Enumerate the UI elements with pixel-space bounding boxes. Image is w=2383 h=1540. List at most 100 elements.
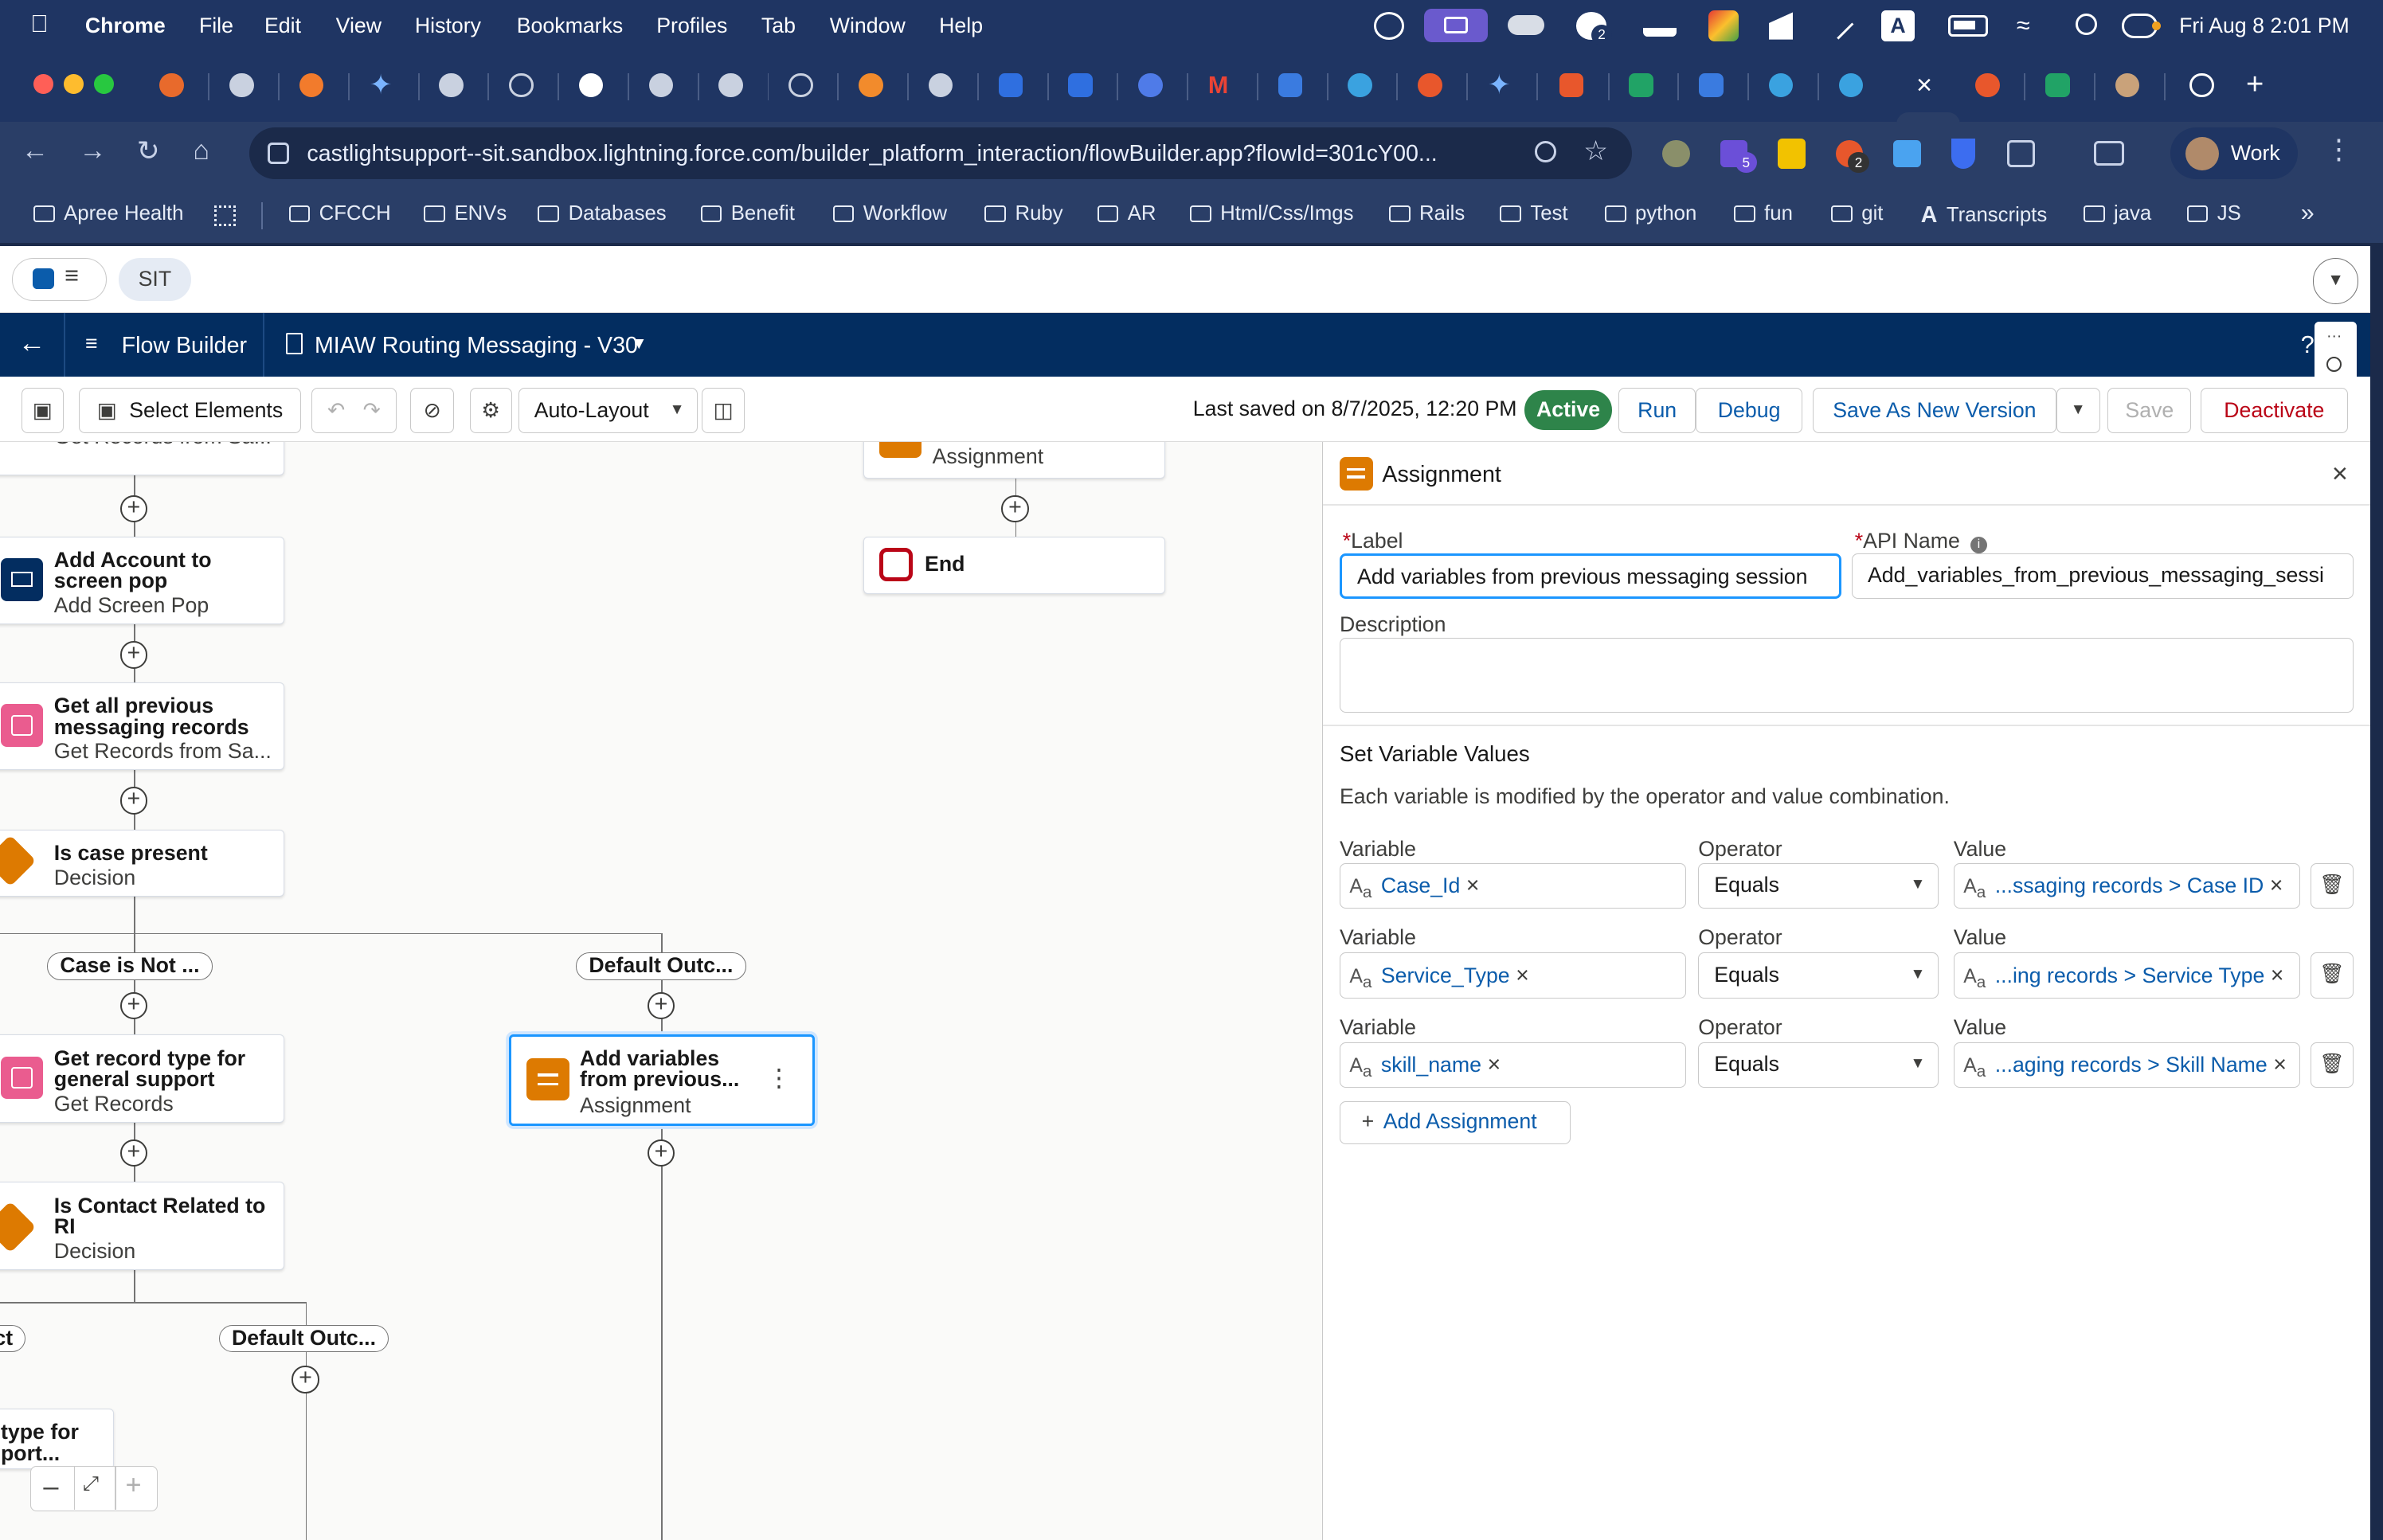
outcome-label[interactable]: Default Outc... xyxy=(218,1324,389,1353)
window-close-icon[interactable] xyxy=(33,74,53,95)
select-elements-button[interactable]: ▣ Select Elements xyxy=(79,387,301,433)
bookmark-folder[interactable]: Ruby xyxy=(984,202,1063,225)
site-settings-icon[interactable] xyxy=(267,143,289,165)
browser-menu-icon[interactable]: ⋮ xyxy=(2325,134,2352,166)
tab-favicon[interactable] xyxy=(229,72,254,98)
tab-favicon[interactable] xyxy=(439,72,464,98)
headphone-icon[interactable] xyxy=(1373,12,1404,40)
cloud-icon[interactable] xyxy=(1507,15,1544,35)
get-record-type-node[interactable]: Get record type for general support Get … xyxy=(0,1034,284,1123)
screen-pop-node[interactable]: Add Account to screen pop Add Screen Pop xyxy=(0,536,284,625)
node-menu-icon[interactable]: ⋮ xyxy=(767,1065,792,1092)
url-text[interactable]: castlightsupport--sit.sandbox.lightning.… xyxy=(307,141,1437,167)
tab-favicon[interactable] xyxy=(299,72,324,98)
tab-github-icon[interactable] xyxy=(578,72,604,98)
menu-help[interactable]: Help xyxy=(939,14,983,38)
add-element-icon[interactable]: + xyxy=(647,1139,675,1167)
flow-name[interactable]: MIAW Routing Messaging - V30 xyxy=(315,333,638,359)
outcome-label[interactable]: Default Outc... xyxy=(576,952,746,980)
description-textarea[interactable] xyxy=(1339,638,2354,713)
tab-favicon[interactable] xyxy=(2115,72,2140,98)
info-icon[interactable]: i xyxy=(1970,536,1987,553)
zoom-out-icon[interactable]: – xyxy=(43,1472,58,1503)
add-element-icon[interactable]: + xyxy=(119,641,148,669)
fit-view-icon[interactable]: ⤢ xyxy=(83,1473,99,1495)
get-previous-records-node[interactable]: Get all previous messaging records Get R… xyxy=(0,682,284,771)
tab-favicon[interactable] xyxy=(159,72,184,98)
bookmark-folder[interactable]: Rails xyxy=(1388,202,1465,225)
tab-cube-icon[interactable] xyxy=(1699,72,1724,98)
tab-cube-icon[interactable] xyxy=(1278,72,1303,98)
toggle-panel-icon[interactable]: ▣ xyxy=(21,387,65,433)
docker-icon[interactable] xyxy=(1642,14,1677,37)
get-records-node[interactable]: Get Records from Sa... xyxy=(0,442,284,476)
tab-salesforce-icon[interactable] xyxy=(1348,72,1372,98)
add-element-icon[interactable]: + xyxy=(119,1139,148,1167)
operator-select[interactable]: Equals ▼ xyxy=(1698,952,1939,999)
tab-favicon[interactable] xyxy=(928,72,953,98)
delete-row-icon[interactable]: 🗑 xyxy=(2311,1042,2354,1089)
home-icon[interactable]: ⌂ xyxy=(193,135,209,166)
close-tab-icon[interactable]: × xyxy=(1916,70,1932,101)
decision-case-present-node[interactable]: Is case present Decision xyxy=(0,829,284,897)
no-entry-icon[interactable]: ⊘ xyxy=(410,387,455,433)
add-element-icon[interactable]: + xyxy=(119,991,148,1020)
tab-record-icon[interactable] xyxy=(2189,72,2214,98)
zoom-icon[interactable] xyxy=(1535,141,1556,163)
bookmark-folder[interactable]: fun xyxy=(1734,202,1793,225)
debug-button[interactable]: Debug xyxy=(1696,387,1802,433)
bookmark-folder[interactable]: CFCCH xyxy=(288,202,391,225)
operator-select[interactable]: Equals ▼ xyxy=(1698,1042,1939,1089)
more-bookmarks-icon[interactable]: » xyxy=(2301,199,2315,227)
bookmark-folder[interactable]: Workflow xyxy=(832,202,947,225)
add-element-icon[interactable]: + xyxy=(119,494,148,523)
operator-select[interactable]: Equals ▼ xyxy=(1698,862,1939,909)
menu-clock[interactable]: Fri Aug 8 2:01 PM xyxy=(2179,14,2350,38)
menu-tab[interactable]: Tab xyxy=(761,14,796,38)
help-icon[interactable]: ? xyxy=(2301,331,2315,359)
bookmark-folder[interactable]: AR xyxy=(1097,202,1156,225)
extension-icon[interactable] xyxy=(1893,139,1921,167)
deactivate-button[interactable]: Deactivate xyxy=(2200,387,2348,433)
menu-edit[interactable]: Edit xyxy=(264,14,301,38)
window-zoom-icon[interactable] xyxy=(94,74,115,95)
back-arrow-icon[interactable]: ← xyxy=(18,328,45,359)
variable-input[interactable]: Aa skill_name × xyxy=(1339,1042,1686,1089)
wifi-icon[interactable]: ≈ xyxy=(2017,12,2047,39)
flow-chevron-down-icon[interactable]: ▼ xyxy=(631,334,648,354)
tab-gemini-icon[interactable]: ✦ xyxy=(1488,71,1512,98)
app-tray-icon[interactable] xyxy=(1708,10,1739,41)
menu-view[interactable]: View xyxy=(336,14,382,38)
close-icon[interactable]: × xyxy=(2332,459,2348,490)
forward-icon[interactable]: → xyxy=(79,135,106,166)
tab-chatgpt-icon[interactable] xyxy=(509,72,534,98)
tray-tool-icon[interactable] xyxy=(1768,12,1794,40)
add-variables-assignment-node[interactable]: Add variables from previous... Assignmen… xyxy=(509,1034,815,1126)
bitwarden-icon[interactable] xyxy=(1951,138,1976,169)
variable-input[interactable]: Aa Case_Id × xyxy=(1339,862,1686,909)
address-bar[interactable]: castlightsupport--sit.sandbox.lightning.… xyxy=(248,127,1633,180)
tab-favicon[interactable] xyxy=(1138,72,1163,98)
tab-favicon[interactable] xyxy=(859,72,883,98)
extension-icon[interactable] xyxy=(1662,139,1690,167)
add-element-icon[interactable]: + xyxy=(1001,494,1029,523)
menu-file[interactable]: File xyxy=(199,14,233,38)
profile-button[interactable]: Work xyxy=(2170,127,2298,180)
tab-favicon[interactable] xyxy=(1418,72,1442,98)
tab-favicon[interactable] xyxy=(718,72,743,98)
bookmark-item[interactable]: Apree Health xyxy=(33,202,183,225)
add-element-icon[interactable]: + xyxy=(292,1366,319,1393)
bookmark-folder[interactable]: Test xyxy=(1500,202,1568,225)
bookmark-folder[interactable]: Html/Css/Imgs xyxy=(1189,202,1353,225)
bookmark-folder[interactable]: ENVs xyxy=(424,202,507,225)
undo-redo-group[interactable]: ↶ ↷ xyxy=(311,387,397,433)
save-as-new-version-button[interactable]: Save As New Version xyxy=(1813,387,2056,433)
remove-pill-icon[interactable]: × xyxy=(2273,1052,2287,1077)
pen-icon[interactable] xyxy=(1823,9,1854,40)
keyboard-input-icon[interactable]: A xyxy=(1881,10,1915,41)
tab-salesforce-icon[interactable] xyxy=(1838,72,1864,98)
tab-chatgpt-icon[interactable] xyxy=(788,72,813,98)
apple-icon[interactable]:  xyxy=(30,10,49,38)
tab-sheets-icon[interactable] xyxy=(2045,72,2070,98)
tab-jira-icon[interactable] xyxy=(998,72,1023,98)
